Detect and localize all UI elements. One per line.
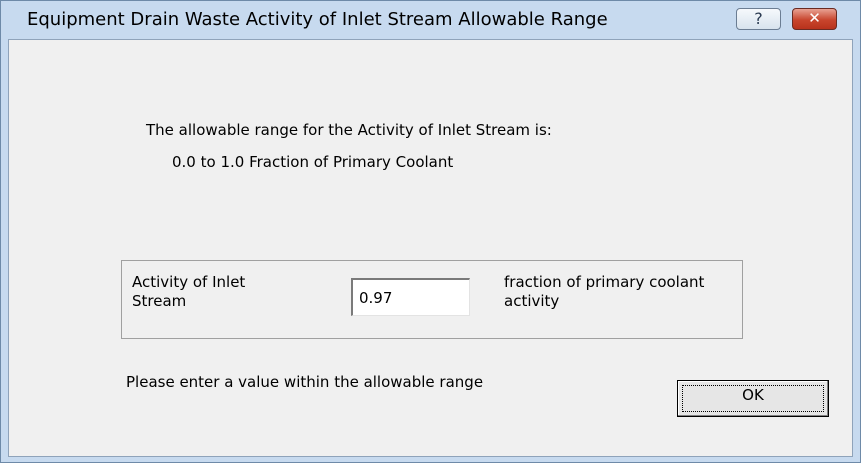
dialog-window: Equipment Drain Waste Activity of Inlet … bbox=[0, 0, 861, 463]
help-icon: ? bbox=[754, 9, 763, 28]
range-values: 0.0 to 1.0 Fraction of Primary Coolant bbox=[172, 153, 454, 171]
close-icon: ✕ bbox=[808, 9, 821, 27]
activity-field-label: Activity of Inlet Stream bbox=[132, 273, 246, 310]
close-button[interactable]: ✕ bbox=[792, 8, 837, 30]
prompt-text: Please enter a value within the allowabl… bbox=[126, 373, 484, 391]
window-title: Equipment Drain Waste Activity of Inlet … bbox=[27, 9, 608, 30]
activity-input[interactable] bbox=[351, 278, 470, 316]
activity-group-box: Activity of Inlet Stream fraction of pri… bbox=[121, 260, 743, 339]
title-bar[interactable]: Equipment Drain Waste Activity of Inlet … bbox=[1, 1, 860, 37]
dialog-body: The allowable range for the Activity of … bbox=[8, 39, 853, 457]
ok-button[interactable]: OK bbox=[677, 380, 829, 417]
activity-unit-label: fraction of primary coolant activity bbox=[504, 273, 705, 310]
range-message: The allowable range for the Activity of … bbox=[146, 121, 552, 139]
ok-button-label: OK bbox=[742, 386, 764, 404]
help-button[interactable]: ? bbox=[736, 8, 781, 30]
